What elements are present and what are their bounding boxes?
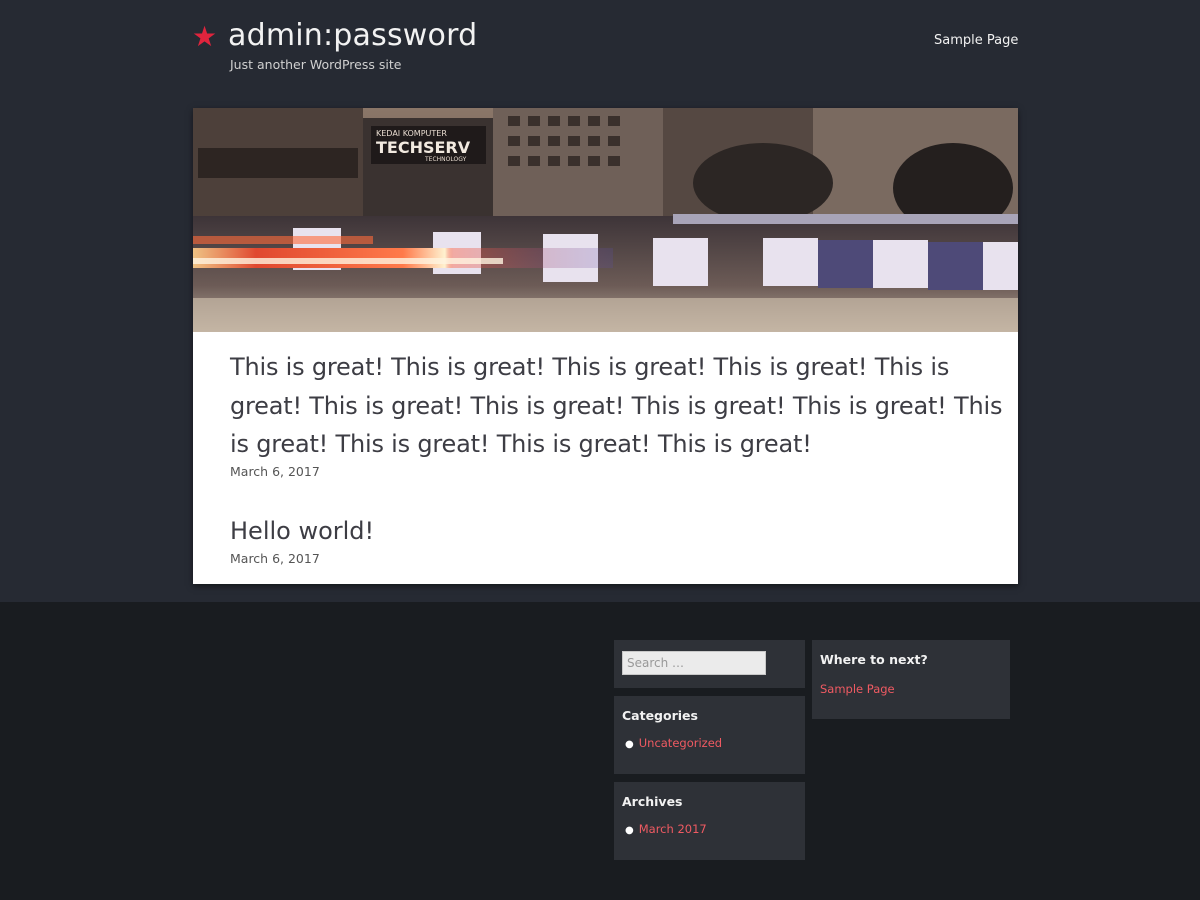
bullet-icon: ● <box>625 739 634 750</box>
bullet-icon: ● <box>625 825 634 836</box>
hero-sign-3: TECHNOLOGY <box>424 156 467 163</box>
footer-sample-page-link[interactable]: Sample Page <box>820 682 895 696</box>
categories-title: Categories <box>622 708 698 723</box>
footer-area <box>0 602 1200 900</box>
search-widget <box>614 640 805 688</box>
star-icon: ★ <box>192 20 218 53</box>
hero-sign-2: TECHSERV <box>376 138 471 157</box>
archive-link-march-2017[interactable]: March 2017 <box>639 822 707 836</box>
post-title-2[interactable]: Hello world! <box>230 514 374 548</box>
where-to-next-title: Where to next? <box>820 652 928 667</box>
category-link-uncategorized[interactable]: Uncategorized <box>639 736 722 750</box>
post-title-1[interactable]: This is great! This is great! This is gr… <box>230 348 1015 464</box>
archives-list: ● March 2017 <box>622 822 707 836</box>
archives-widget: Archives ● March 2017 <box>614 782 805 860</box>
hero-sign-1: KEDAI KOMPUTER <box>376 129 447 138</box>
post-date-1: March 6, 2017 <box>230 464 320 479</box>
nav-sample-page[interactable]: Sample Page <box>934 32 1018 50</box>
where-to-next-widget: Where to next? Sample Page <box>812 640 1010 719</box>
categories-widget: Categories ● Uncategorized <box>614 696 805 774</box>
main-content: KEDAI KOMPUTER TECHSERV TECHNOLOGY This … <box>193 108 1018 584</box>
search-input[interactable] <box>622 651 766 675</box>
post-date-2: March 6, 2017 <box>230 551 320 566</box>
where-to-next-list: Sample Page <box>820 682 895 696</box>
archives-title: Archives <box>622 794 683 809</box>
hero-image: KEDAI KOMPUTER TECHSERV TECHNOLOGY <box>193 108 1018 332</box>
site-tagline: Just another WordPress site <box>230 57 402 72</box>
site-title[interactable]: admin:password <box>228 17 477 55</box>
categories-list: ● Uncategorized <box>622 736 722 750</box>
